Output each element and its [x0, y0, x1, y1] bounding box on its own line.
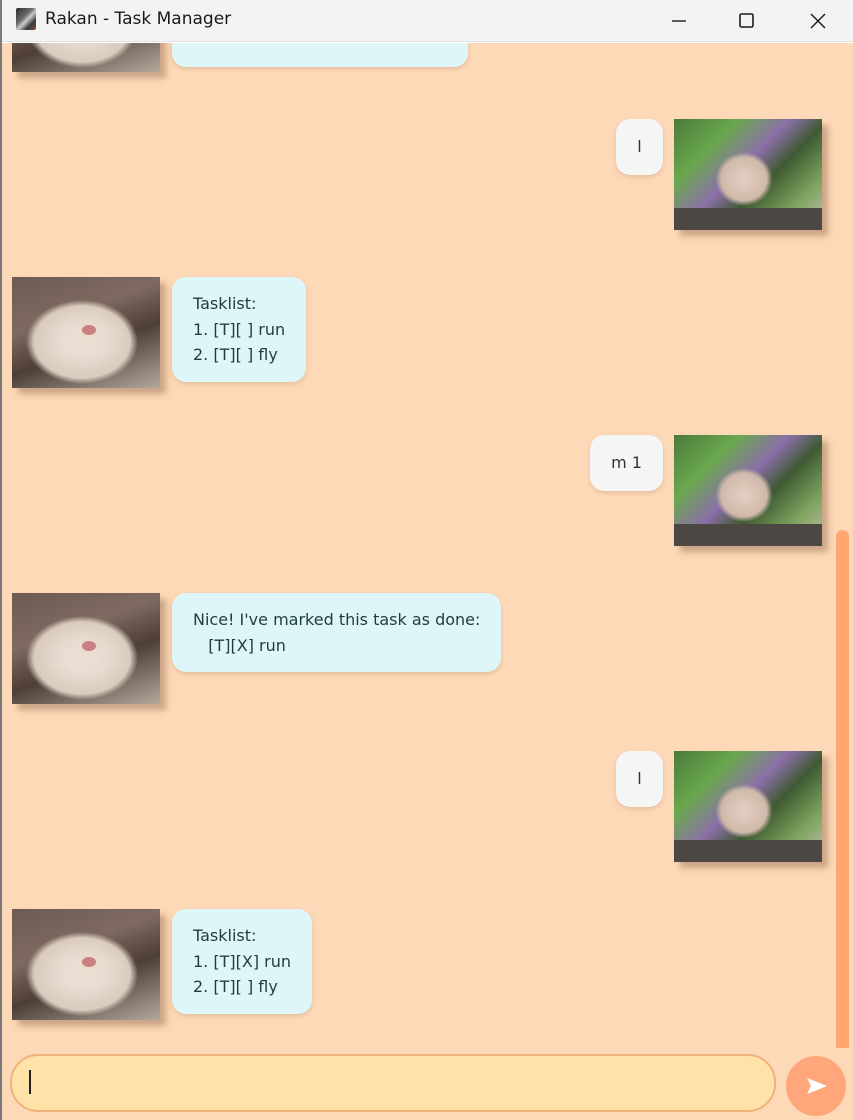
user-message-text: l [637, 769, 642, 788]
message-line: 1. [T][X] run [193, 951, 291, 971]
bot-message-bubble [172, 43, 468, 67]
bot-avatar [12, 43, 160, 72]
user-avatar [674, 751, 822, 862]
user-message-text: m 1 [611, 453, 642, 472]
bot-message-bubble: Nice! I've marked this task as done: [T]… [172, 593, 502, 672]
message-line: 2. [T][ ] fly [193, 977, 278, 996]
message-line: Tasklist: [193, 926, 257, 945]
message-line: 2. [T][ ] fly [193, 345, 278, 364]
minimize-button[interactable] [644, 0, 714, 42]
send-arrow-icon [807, 1078, 827, 1094]
user-message-bubble: m 1 [590, 435, 663, 491]
cat-nose [82, 957, 96, 967]
chat-dialog-area[interactable]: l Tasklist: 1. [T][ ] run 2. [T][ ] fly … [2, 43, 853, 1048]
maximize-button[interactable] [712, 0, 782, 42]
bot-avatar [12, 909, 160, 1020]
input-bar [2, 1048, 853, 1120]
close-icon [810, 13, 826, 29]
user-avatar [674, 119, 822, 230]
send-button[interactable] [786, 1056, 846, 1116]
message-line: [T][X] run [193, 635, 286, 655]
bot-avatar [12, 277, 160, 388]
app-icon [16, 8, 36, 30]
bot-message-bubble: Tasklist: 1. [T][X] run 2. [T][ ] fly [172, 909, 312, 1014]
message-input[interactable] [10, 1054, 776, 1112]
user-message-bubble: l [616, 119, 663, 175]
close-button[interactable] [783, 0, 853, 42]
message-line: Tasklist: [193, 294, 257, 313]
bot-message-bubble: Tasklist: 1. [T][ ] run 2. [T][ ] fly [172, 277, 307, 382]
cat-nose [82, 641, 96, 651]
message-line: 1. [T][ ] run [193, 319, 286, 339]
title-bar: Rakan - Task Manager [2, 0, 853, 42]
message-line: Nice! I've marked this task as done: [193, 610, 481, 629]
user-message-bubble: l [616, 751, 663, 807]
bot-avatar [12, 593, 160, 704]
window-title: Rakan - Task Manager [45, 9, 232, 29]
cat-nose [82, 325, 96, 335]
text-caret [29, 1070, 31, 1094]
photo-floor [674, 840, 822, 862]
user-message-text: l [637, 137, 642, 156]
photo-floor [674, 208, 822, 230]
user-avatar [674, 435, 822, 546]
scrollbar-thumb[interactable] [836, 530, 849, 1048]
minimize-icon [672, 20, 686, 22]
maximize-icon [739, 13, 754, 28]
photo-floor [674, 524, 822, 546]
